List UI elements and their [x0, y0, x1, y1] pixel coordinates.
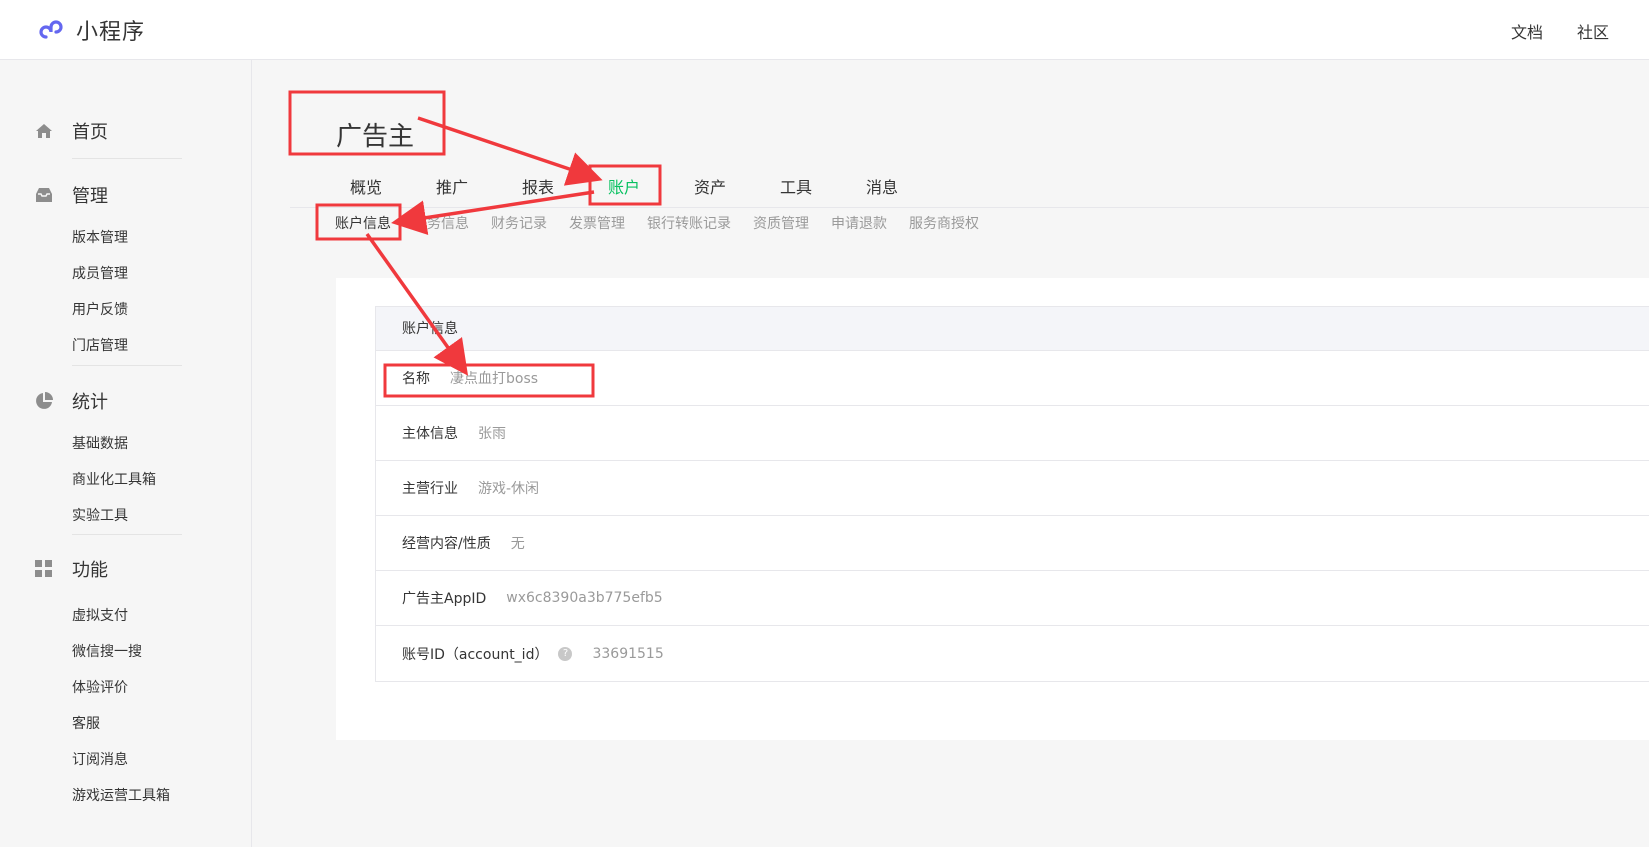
- sidebar-item-experiment-tools[interactable]: 实验工具: [0, 498, 252, 534]
- table-row: 主体信息 张雨: [376, 406, 1649, 461]
- help-icon[interactable]: ?: [558, 646, 573, 661]
- subtab-provider-auth[interactable]: 服务商授权: [909, 213, 979, 233]
- sidebar-item-stores[interactable]: 门店管理: [0, 328, 252, 364]
- row-label: 主体信息: [402, 426, 458, 442]
- sidebar-item-members[interactable]: 成员管理: [0, 256, 252, 292]
- sidebar-item-label: 功能: [72, 560, 108, 581]
- table-row: 主营行业 游戏-休闲: [376, 461, 1649, 516]
- grid-icon: [34, 559, 54, 579]
- community-link[interactable]: 社区: [1577, 19, 1609, 43]
- row-label: 广告主AppID: [402, 591, 487, 607]
- row-value: wx6c8390a3b775efb5: [506, 590, 663, 606]
- pie-chart-icon: [34, 391, 54, 411]
- table-row: 名称 凄点血打boss: [376, 351, 1649, 406]
- subtab-refund[interactable]: 申请退款: [831, 213, 887, 233]
- row-value: 无: [510, 536, 525, 552]
- mini-program-logo-icon: [39, 20, 63, 39]
- subtab-qualification[interactable]: 资质管理: [753, 213, 809, 233]
- sidebar-item-feedback[interactable]: 用户反馈: [0, 292, 252, 328]
- sidebar-item-experience-review[interactable]: 体验评价: [0, 670, 252, 706]
- tab-assets[interactable]: 资产: [667, 174, 753, 198]
- sidebar-item-label: 统计: [72, 392, 108, 413]
- divider: [72, 534, 182, 535]
- inbox-icon: [34, 185, 54, 205]
- row-label: 主营行业: [402, 481, 458, 497]
- row-value: 游戏-休闲: [478, 481, 540, 497]
- sidebar-item-game-ops-toolbox[interactable]: 游戏运营工具箱: [0, 778, 252, 814]
- tab-messages[interactable]: 消息: [839, 174, 925, 198]
- divider: [72, 158, 182, 159]
- sidebar-item-manage[interactable]: 管理: [0, 180, 252, 210]
- sidebar-item-wechat-search[interactable]: 微信搜一搜: [0, 634, 252, 670]
- table-row: 经营内容/性质 无: [376, 516, 1649, 571]
- home-icon: [34, 121, 54, 141]
- sidebar-group-manage: 管理 版本管理 成员管理 用户反馈 门店管理: [0, 180, 252, 364]
- top-bar: 小程序 文档 社区: [0, 0, 1649, 60]
- annotation-arrow-1: [417, 116, 603, 186]
- sidebar-group-features: 功能 虚拟支付 微信搜一搜 体验评价 客服 订阅消息 游戏运营工具箱: [0, 554, 252, 814]
- sidebar-item-commercial-toolbox[interactable]: 商业化工具箱: [0, 462, 252, 498]
- row-label: 账号ID（account_id）: [402, 646, 549, 663]
- docs-link[interactable]: 文档: [1511, 19, 1543, 43]
- sidebar-item-virtual-pay[interactable]: 虚拟支付: [0, 598, 252, 634]
- main-tabs: 概览 推广 报表 账户 资产 工具 消息: [290, 174, 1649, 208]
- row-value: 33691515: [592, 645, 664, 662]
- tab-overview[interactable]: 概览: [323, 174, 409, 198]
- table-row: 广告主AppID wx6c8390a3b775efb5: [376, 571, 1649, 626]
- table-row: 账号ID（account_id） ? 33691515: [376, 626, 1649, 681]
- sidebar-item-stats[interactable]: 统计: [0, 386, 252, 416]
- logo-text: 小程序: [76, 20, 146, 45]
- sidebar-group-stats: 统计 基础数据 商业化工具箱 实验工具: [0, 386, 252, 534]
- divider: [72, 365, 182, 366]
- row-label: 经营内容/性质: [402, 536, 491, 552]
- sidebar-item-home[interactable]: 首页: [0, 116, 252, 146]
- tab-tools[interactable]: 工具: [753, 174, 839, 198]
- tab-account[interactable]: 账户: [581, 174, 667, 198]
- subtab-bank-transfer[interactable]: 银行转账记录: [647, 213, 731, 233]
- sidebar-item-label: 管理: [72, 186, 108, 207]
- page-title: 广告主: [336, 122, 415, 152]
- row-value: 张雨: [478, 426, 506, 442]
- sidebar-item-version[interactable]: 版本管理: [0, 220, 252, 256]
- tab-promotion[interactable]: 推广: [409, 174, 495, 198]
- sidebar: 首页 管理 版本管理 成员管理 用户反馈 门店管理 统计 基础数据 商业化工具箱…: [0, 60, 252, 847]
- sidebar-item-features[interactable]: 功能: [0, 554, 252, 584]
- account-subtabs: 账户信息 财务信息 财务记录 发票管理 银行转账记录 资质管理 申请退款 服务商…: [335, 213, 1001, 233]
- sidebar-item-basic-data[interactable]: 基础数据: [0, 426, 252, 462]
- table-header: 账户信息: [376, 307, 1649, 351]
- subtab-invoice[interactable]: 发票管理: [569, 213, 625, 233]
- sidebar-group-home: 首页: [0, 116, 252, 146]
- sidebar-item-subscribe-message[interactable]: 订阅消息: [0, 742, 252, 778]
- row-label: 名称: [402, 371, 430, 387]
- sidebar-item-label: 首页: [72, 122, 108, 143]
- subtab-account-info[interactable]: 账户信息: [335, 213, 391, 233]
- subtab-finance-info[interactable]: 财务信息: [413, 213, 469, 233]
- tab-reports[interactable]: 报表: [495, 174, 581, 198]
- row-value: 凄点血打boss: [450, 371, 539, 387]
- sidebar-item-customer-service[interactable]: 客服: [0, 706, 252, 742]
- subtab-finance-records[interactable]: 财务记录: [491, 213, 547, 233]
- logo[interactable]: 小程序: [36, 14, 145, 46]
- account-info-table: 账户信息 名称 凄点血打boss 主体信息 张雨 主营行业 游戏-休闲 经营内容…: [375, 306, 1649, 682]
